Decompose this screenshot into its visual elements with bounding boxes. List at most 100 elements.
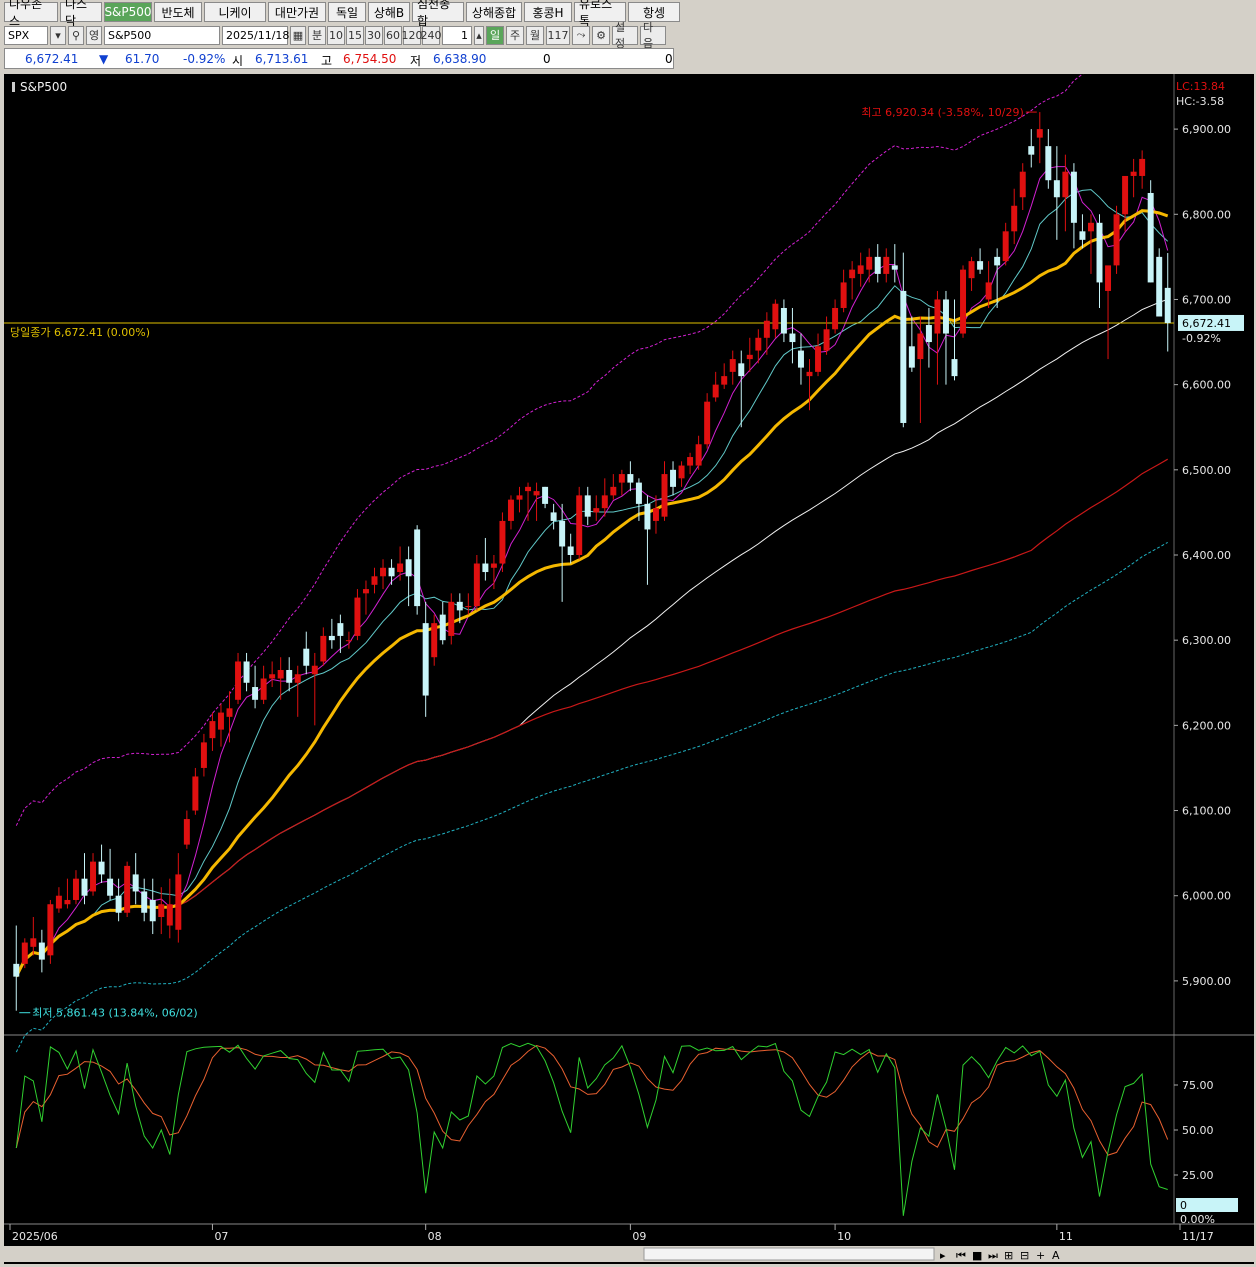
tab-1[interactable]: 나스닥 bbox=[60, 0, 102, 28]
scroll-control-6[interactable]: + bbox=[1036, 1249, 1045, 1262]
candle-body bbox=[337, 623, 344, 636]
candle-body bbox=[38, 942, 45, 960]
candle-body bbox=[1070, 171, 1077, 223]
candle-body bbox=[209, 721, 216, 739]
scroll-control-0[interactable]: ▸ bbox=[940, 1249, 946, 1262]
settings-button[interactable]: 설정 bbox=[612, 21, 638, 50]
candle-body bbox=[951, 359, 958, 377]
candle-body bbox=[797, 350, 804, 368]
candle-body bbox=[806, 371, 813, 377]
day-button[interactable]: 일 bbox=[486, 25, 504, 45]
tab-2[interactable]: S&P500 bbox=[104, 2, 152, 22]
candle-body bbox=[405, 559, 412, 577]
candle-body bbox=[934, 299, 941, 334]
y-tick-label: 5,900.00 bbox=[1182, 975, 1231, 988]
tab-8[interactable]: 심천종합 bbox=[412, 0, 464, 28]
period-button-6[interactable]: 240 bbox=[421, 25, 442, 45]
symbol-dropdown-button[interactable]: ▾ bbox=[50, 25, 66, 45]
candle-body bbox=[525, 486, 532, 492]
x-tick-label: 11 bbox=[1059, 1230, 1073, 1243]
candle-body bbox=[516, 495, 523, 500]
candle-body bbox=[1079, 231, 1086, 240]
candle-body bbox=[1045, 146, 1052, 181]
candle-body bbox=[414, 529, 421, 607]
tab-0[interactable]: 다우존스 bbox=[4, 0, 58, 28]
calendar-icon[interactable]: ▦ bbox=[290, 25, 306, 45]
tool-icon[interactable]: ⤳ bbox=[572, 25, 590, 45]
candle-body bbox=[149, 899, 156, 922]
scroll-control-5[interactable]: ⊟ bbox=[1020, 1249, 1029, 1262]
candle-body bbox=[13, 963, 20, 977]
tab-10[interactable]: 홍콩H bbox=[524, 2, 572, 22]
candle-body bbox=[98, 861, 105, 875]
candle-body bbox=[1113, 214, 1120, 266]
period-button-5[interactable]: 120 bbox=[402, 25, 423, 45]
candle-body bbox=[294, 674, 301, 683]
candle-body bbox=[354, 597, 361, 636]
candle-body bbox=[977, 261, 984, 270]
candle-body bbox=[1156, 256, 1163, 317]
candle-body bbox=[883, 256, 890, 274]
week-button[interactable]: 주 bbox=[506, 25, 524, 45]
tab-9[interactable]: 상해종합 bbox=[466, 2, 522, 22]
period-button-1[interactable]: 10 bbox=[327, 25, 345, 45]
count-field[interactable]: 117 bbox=[546, 25, 570, 45]
candle-body bbox=[815, 346, 822, 372]
gear-icon[interactable]: ⚙ bbox=[592, 25, 610, 45]
candle-body bbox=[917, 333, 924, 360]
scroll-control-7[interactable]: A bbox=[1052, 1249, 1060, 1262]
candle-body bbox=[175, 874, 182, 930]
tab-3[interactable]: 반도체 bbox=[154, 2, 202, 22]
chart-area[interactable]: 6,900.00 6,800.00 6,700.00 6,600.00 6,500.00… bbox=[4, 36, 1254, 1264]
tab-7[interactable]: 상해B bbox=[368, 2, 410, 22]
candle-body bbox=[269, 674, 276, 679]
candle-body bbox=[1036, 129, 1043, 138]
change-value: 61.70 bbox=[125, 52, 160, 66]
candle-body bbox=[644, 503, 651, 530]
candle-body bbox=[704, 401, 711, 445]
scrollbar-track bbox=[4, 1246, 1254, 1262]
y-tick-label: 6,300.00 bbox=[1182, 634, 1231, 647]
tab-5[interactable]: 대만가권 bbox=[268, 2, 326, 22]
tick-input[interactable]: 1 bbox=[442, 25, 472, 45]
ref-button[interactable]: 영 bbox=[86, 25, 102, 45]
candle-body bbox=[857, 265, 864, 274]
date-input[interactable]: 2025/11/18 bbox=[222, 25, 289, 45]
period-button-0[interactable]: 분 bbox=[308, 25, 326, 45]
candle-body bbox=[320, 635, 327, 662]
close-price-label: 당일종가 6,672.41 (0.00%) bbox=[10, 325, 150, 339]
candle-body bbox=[584, 495, 591, 517]
symbol-input[interactable]: SPX bbox=[4, 25, 48, 45]
candle-body bbox=[252, 687, 259, 700]
candle-body bbox=[1019, 171, 1026, 198]
scroll-control-1[interactable]: ⏮ bbox=[956, 1249, 966, 1262]
next-button[interactable]: 다음 bbox=[640, 21, 666, 50]
period-button-2[interactable]: 15 bbox=[346, 25, 364, 45]
candle-body bbox=[81, 878, 88, 896]
price-chart[interactable]: 6,900.00 6,800.00 6,700.00 6,600.00 6,500.00… bbox=[4, 36, 1254, 1264]
hc-label: HC:-3.58 bbox=[1176, 95, 1224, 108]
candle-body bbox=[422, 623, 429, 696]
month-button[interactable]: 월 bbox=[526, 25, 544, 45]
period-button-3[interactable]: 30 bbox=[365, 25, 383, 45]
symbol-name-field: S&P500 bbox=[104, 25, 220, 45]
candle-body bbox=[72, 878, 79, 900]
tab-6[interactable]: 독일 bbox=[328, 2, 366, 22]
candle-body bbox=[942, 299, 949, 334]
last-change-label: -0.92% bbox=[1182, 332, 1221, 345]
period-button-4[interactable]: 60 bbox=[384, 25, 402, 45]
candle-body bbox=[994, 256, 1001, 266]
y-tick-label: 6,800.00 bbox=[1182, 208, 1231, 221]
candle-body bbox=[1147, 192, 1154, 283]
tick-spinner[interactable]: ▴ bbox=[474, 25, 484, 45]
candle-body bbox=[610, 486, 617, 496]
tab-4[interactable]: 니케이 bbox=[204, 2, 266, 22]
candle-body bbox=[840, 282, 847, 308]
scroll-control-4[interactable]: ⊞ bbox=[1004, 1249, 1013, 1262]
search-icon[interactable]: ⚲ bbox=[68, 25, 84, 45]
scroll-control-2[interactable]: ■ bbox=[972, 1249, 982, 1262]
x-tick-label: 09 bbox=[632, 1230, 646, 1243]
scroll-control-3[interactable]: ⏭ bbox=[988, 1249, 998, 1262]
candle-body bbox=[286, 669, 293, 683]
candle-body bbox=[601, 495, 608, 509]
